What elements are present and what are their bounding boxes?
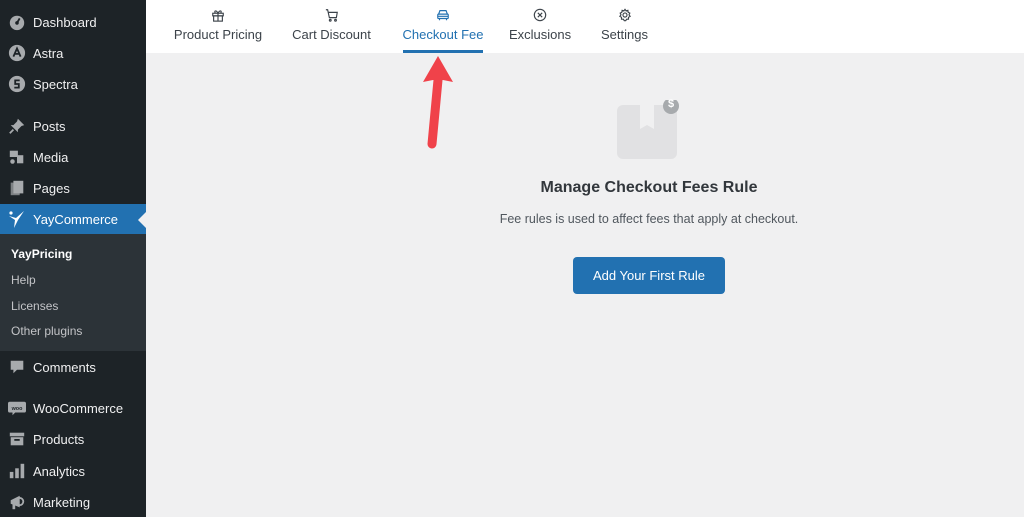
sidebar-item-label: Astra xyxy=(33,45,64,61)
sidebar-item-pages[interactable]: Pages xyxy=(0,173,146,203)
media-icon xyxy=(7,147,27,167)
sidebar-item-label: WooCommerce xyxy=(33,400,124,416)
tab-exclusions[interactable]: Exclusions xyxy=(509,0,571,53)
comment-icon xyxy=(7,357,27,377)
sidebar-item-media[interactable]: Media xyxy=(0,142,146,172)
close-circle-icon xyxy=(533,7,547,23)
megaphone-icon xyxy=(7,492,27,512)
sidebar-item-label: YayCommerce xyxy=(33,211,119,227)
tab-label: Checkout Fee xyxy=(402,27,484,42)
tab-label: Settings xyxy=(601,27,648,42)
gift-icon xyxy=(211,7,225,23)
sidebar-item-woocommerce[interactable]: woo WooCommerce xyxy=(0,393,146,423)
sidebar-item-label: Comments xyxy=(33,359,96,375)
yaycommerce-icon xyxy=(7,209,27,229)
pin-icon xyxy=(7,116,27,136)
tab-cart-discount[interactable]: Cart Discount xyxy=(292,0,371,53)
car-icon xyxy=(436,7,450,23)
empty-state-box-icon: $ xyxy=(617,98,679,162)
archive-icon xyxy=(7,429,27,449)
tab-label: Cart Discount xyxy=(292,27,371,42)
sidebar-item-label: Posts xyxy=(33,118,66,134)
sidebar-item-label: Marketing xyxy=(33,494,91,510)
tab-product-pricing[interactable]: Product Pricing xyxy=(173,0,263,53)
settings-tab-bar: Product Pricing Cart Discount Checkout F… xyxy=(146,0,1024,53)
sidebar-item-spectra[interactable]: Spectra xyxy=(0,69,146,99)
sidebar-item-label: Media xyxy=(33,149,69,165)
sidebar-item-posts[interactable]: Posts xyxy=(0,111,146,141)
dashboard-icon xyxy=(7,12,27,32)
empty-state-description: Fee rules is used to affect fees that ap… xyxy=(499,212,799,226)
sidebar-item-label: Spectra xyxy=(33,76,78,92)
checkout-fee-panel: $ Manage Checkout Fees Rule Fee rules is… xyxy=(146,53,1024,517)
tab-settings[interactable]: Settings xyxy=(600,0,649,53)
astra-icon xyxy=(7,43,27,63)
cart-icon xyxy=(325,7,339,23)
sidebar-item-products[interactable]: Products xyxy=(0,424,146,454)
sidebar-item-yaycommerce[interactable]: YayCommerce xyxy=(0,204,146,234)
sidebar-item-analytics[interactable]: Analytics xyxy=(0,456,146,486)
submenu-item-licenses[interactable]: Licenses xyxy=(11,299,58,313)
submenu-item-other-plugins[interactable]: Other plugins xyxy=(11,324,82,338)
woo-icon: woo xyxy=(7,398,27,418)
yaycommerce-submenu: YayPricing Help Licenses Other plugins xyxy=(0,234,146,351)
gear-icon xyxy=(618,7,632,23)
sidebar-item-label: Pages xyxy=(33,180,70,196)
spectra-icon xyxy=(7,74,27,94)
sidebar-item-comments[interactable]: Comments xyxy=(0,352,146,382)
tab-checkout-fee[interactable]: Checkout Fee xyxy=(403,0,483,53)
pages-icon xyxy=(7,178,27,198)
admin-sidebar: Dashboard Astra Spectra Posts Media Page… xyxy=(0,0,146,517)
add-first-rule-button[interactable]: Add Your First Rule xyxy=(573,257,725,294)
sidebar-item-astra[interactable]: Astra xyxy=(0,38,146,68)
annotation-arrow-icon xyxy=(423,56,453,149)
svg-text:woo: woo xyxy=(11,406,23,412)
sidebar-item-label: Dashboard xyxy=(33,14,97,30)
sidebar-item-label: Analytics xyxy=(33,463,86,479)
sidebar-item-label: Products xyxy=(33,431,85,447)
tab-label: Exclusions xyxy=(508,27,572,42)
empty-state-title: Manage Checkout Fees Rule xyxy=(540,179,758,196)
bar-chart-icon xyxy=(7,461,27,481)
sidebar-item-dashboard[interactable]: Dashboard xyxy=(0,7,146,37)
submenu-item-yaypricing[interactable]: YayPricing xyxy=(11,247,72,261)
submenu-item-help[interactable]: Help xyxy=(11,273,36,287)
sidebar-item-marketing[interactable]: Marketing xyxy=(0,487,146,517)
dollar-badge-icon: $ xyxy=(667,98,675,110)
tab-label: Product Pricing xyxy=(173,27,263,42)
